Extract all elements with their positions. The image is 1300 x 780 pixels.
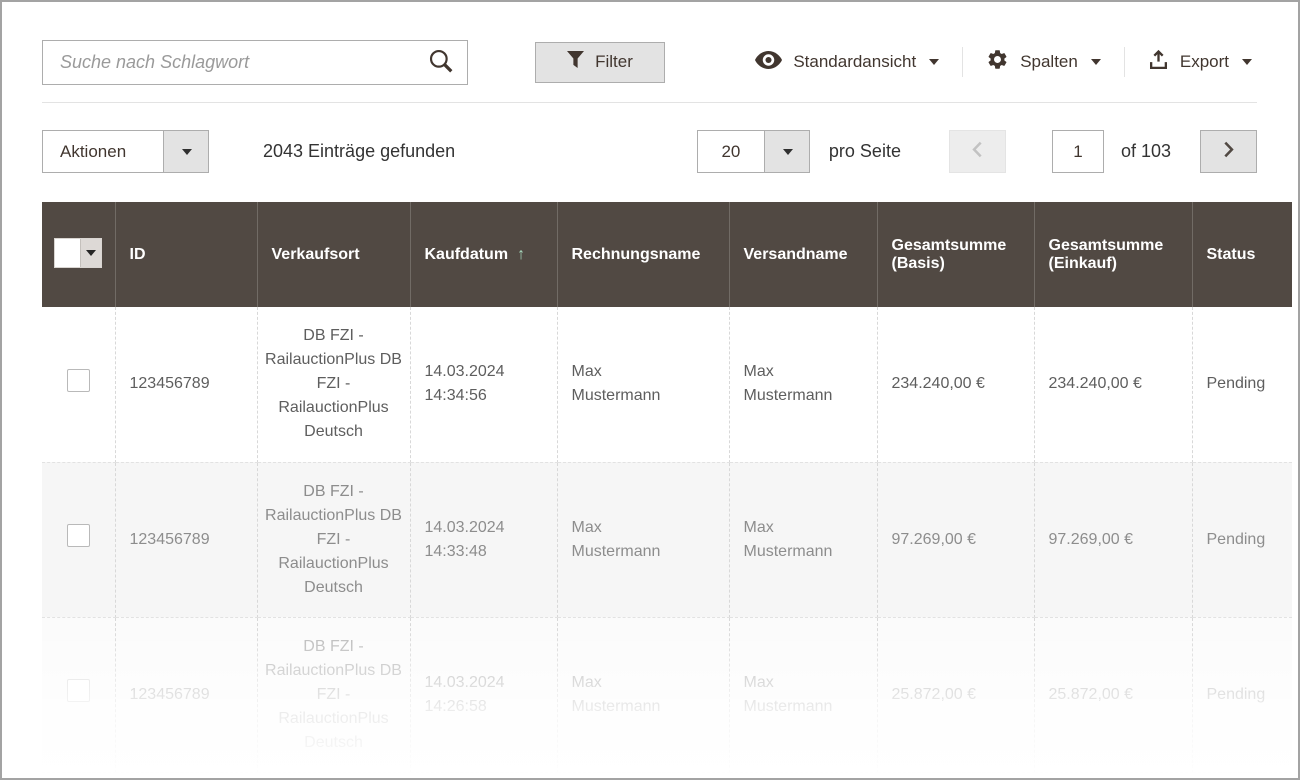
- select-all-control[interactable]: [54, 238, 102, 268]
- cell-id: 123456789: [115, 617, 257, 772]
- mass-actions-caret-button[interactable]: [163, 131, 208, 172]
- filter-funnel-icon: [567, 51, 584, 73]
- columns-label: Spalten: [1020, 52, 1078, 72]
- cell-verkaufsort: DB FZI - RailauctionPlus DB FZI - Railau…: [257, 617, 410, 772]
- cell-kaufdatum: 14.03.2024 14:33:48: [410, 462, 557, 617]
- row-checkbox[interactable]: [67, 679, 90, 702]
- chevron-down-icon: [86, 250, 96, 256]
- cell-verkaufsort: DB FZI - RailauctionPlus DB FZI - Railau…: [257, 307, 410, 462]
- search-button[interactable]: [415, 41, 467, 84]
- cell-gesamtsumme-basis: 25.872,00 €: [877, 617, 1034, 772]
- current-page-input[interactable]: [1052, 130, 1104, 173]
- table-row[interactable]: 123456789 DB FZI - RailauctionPlus DB FZ…: [42, 462, 1292, 617]
- admin-grid-page: Filter Standardansicht: [2, 2, 1298, 773]
- cell-kaufdatum: 14.03.2024 14:34:56: [410, 307, 557, 462]
- cell-versandname: Max Mustermann: [729, 617, 877, 772]
- pagination: 20 pro Seite of 103: [697, 130, 1257, 173]
- cell-versandname: Max Mustermann: [729, 307, 877, 462]
- toolbar-separator: [42, 102, 1257, 103]
- export-icon: [1148, 49, 1169, 75]
- select-all-checkbox[interactable]: [55, 239, 80, 267]
- records-count: 2043 Einträge gefunden: [263, 141, 455, 162]
- cell-versandname: Max Mustermann: [729, 462, 877, 617]
- cell-kaufdatum: 14.03.2024 14:26:58: [410, 617, 557, 772]
- search-icon: [428, 48, 454, 77]
- per-page-label: pro Seite: [829, 141, 901, 162]
- gear-icon: [986, 48, 1009, 76]
- chevron-down-icon: [182, 149, 192, 155]
- column-header-verkaufsort[interactable]: Verkaufsort: [257, 202, 410, 307]
- cell-gesamtsumme-einkauf: 234.240,00 €: [1034, 307, 1192, 462]
- export-label: Export: [1180, 52, 1229, 72]
- per-page-select: 20: [697, 130, 810, 173]
- column-header-gesamtsumme-basis[interactable]: Gesamtsumme (Basis): [877, 202, 1034, 307]
- cell-rechnungsname: Max Mustermann: [557, 617, 729, 772]
- sort-ascending-icon: ↑: [517, 246, 525, 263]
- column-header-id[interactable]: ID: [115, 202, 257, 307]
- per-page-value[interactable]: 20: [698, 131, 764, 172]
- filter-button[interactable]: Filter: [535, 42, 665, 83]
- cell-gesamtsumme-einkauf: 97.269,00 €: [1034, 462, 1192, 617]
- cell-gesamtsumme-basis: 97.269,00 €: [877, 462, 1034, 617]
- column-header-gesamtsumme-einkauf[interactable]: Gesamtsumme (Einkauf): [1034, 202, 1192, 307]
- grid-header-row: ID Verkaufsort Kaufdatum↑ Rechnungsname …: [42, 202, 1292, 307]
- search-input[interactable]: [43, 41, 415, 84]
- column-header-kaufdatum[interactable]: Kaufdatum↑: [410, 202, 557, 307]
- cell-rechnungsname: Max Mustermann: [557, 462, 729, 617]
- columns-control[interactable]: Spalten: [963, 48, 1124, 76]
- previous-page-button[interactable]: [949, 130, 1006, 173]
- cell-status: Pending: [1192, 307, 1292, 462]
- grid-toolbar: Filter Standardansicht: [42, 39, 1257, 85]
- view-switcher-label: Standardansicht: [793, 52, 916, 72]
- grid-actions-bar: Aktionen 2043 Einträge gefunden 20 pro S…: [42, 130, 1257, 173]
- cell-gesamtsumme-einkauf: 25.872,00 €: [1034, 617, 1192, 772]
- row-checkbox[interactable]: [67, 369, 90, 392]
- mass-actions-select: Aktionen: [42, 130, 209, 173]
- next-page-button[interactable]: [1200, 130, 1257, 173]
- cell-rechnungsname: Max Mustermann: [557, 307, 729, 462]
- chevron-down-icon: [783, 149, 793, 155]
- cell-gesamtsumme-basis: 234.240,00 €: [877, 307, 1034, 462]
- cell-id: 123456789: [115, 462, 257, 617]
- chevron-down-icon: [929, 59, 939, 65]
- cell-id: 123456789: [115, 307, 257, 462]
- eye-icon: [755, 51, 782, 74]
- chevron-down-icon: [1242, 59, 1252, 65]
- table-row[interactable]: 123456789 DB FZI - RailauctionPlus DB FZ…: [42, 307, 1292, 462]
- cell-status: Pending: [1192, 462, 1292, 617]
- mass-actions-label: Aktionen: [60, 142, 126, 162]
- chevron-left-icon: [972, 141, 983, 163]
- cell-verkaufsort: DB FZI - RailauctionPlus DB FZI - Railau…: [257, 462, 410, 617]
- export-control[interactable]: Export: [1125, 49, 1257, 75]
- chevron-down-icon: [1091, 59, 1101, 65]
- chevron-right-icon: [1223, 141, 1234, 163]
- orders-grid: ID Verkaufsort Kaufdatum↑ Rechnungsname …: [42, 202, 1292, 773]
- column-header-status[interactable]: Status: [1192, 202, 1292, 307]
- grid-view-tools: Standardansicht Spalten: [732, 39, 1257, 85]
- column-header-rechnungsname[interactable]: Rechnungsname: [557, 202, 729, 307]
- view-switcher[interactable]: Standardansicht: [732, 51, 962, 74]
- filter-label: Filter: [595, 52, 633, 72]
- mass-actions-button[interactable]: Aktionen: [43, 131, 163, 172]
- total-pages-label: of 103: [1121, 141, 1171, 162]
- table-row[interactable]: 123456789 DB FZI - RailauctionPlus DB FZ…: [42, 617, 1292, 772]
- row-checkbox[interactable]: [67, 524, 90, 547]
- select-all-dropdown-button[interactable]: [80, 239, 101, 267]
- cell-status: Pending: [1192, 617, 1292, 772]
- keyword-search: [42, 40, 468, 85]
- column-header-versandname[interactable]: Versandname: [729, 202, 877, 307]
- per-page-caret-button[interactable]: [764, 131, 809, 172]
- select-all-header: [42, 202, 115, 307]
